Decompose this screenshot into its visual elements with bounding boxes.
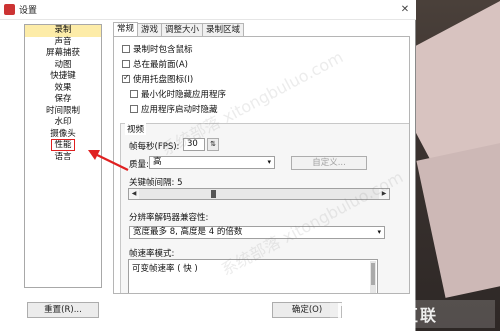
sidebar-item-record[interactable]: 录制 [25,25,101,37]
fps-spin-icon[interactable]: ⇅ [207,138,219,151]
checkbox-label-include-cursor: 录制时包含鼠标 [133,45,193,55]
keyframe-label: 关键帧间隔: 5 [129,178,183,188]
tab-game[interactable]: 游戏 [137,23,163,36]
video-group-title: 视频 [125,123,147,135]
sidebar-item-gif[interactable]: 动图 [25,60,101,72]
close-icon[interactable]: ✕ [398,3,412,17]
keyframe-slider[interactable]: ◀ ▶ [128,188,390,200]
settings-window: 设置 ✕ 录制 声音 屏幕捕获 动图 快捷键 效果 保存 时间限制 水印 摄像头… [0,0,416,331]
sidebar-item-hotkeys[interactable]: 快捷键 [25,71,101,83]
slider-left-icon[interactable]: ◀ [129,189,139,199]
checkbox[interactable] [130,90,138,98]
logo-mark-icon [338,303,360,325]
framerate-label: 帧速率模式: [129,249,175,259]
settings-sidebar: 录制 声音 屏幕捕获 动图 快捷键 效果 保存 时间限制 水印 摄像头 性能 语… [24,24,102,288]
resolution-value: 宽度最多 8, 高度是 4 的倍数 [133,227,243,237]
sidebar-item-save[interactable]: 保存 [25,94,101,106]
checkbox-row[interactable]: 应用程序启动时隐藏 [130,103,218,115]
sidebar-item-language[interactable]: 语言 [25,152,101,164]
resolution-select[interactable]: 宽度最多 8, 高度是 4 的倍数 ▾ [129,226,385,239]
sidebar-item-time-limit[interactable]: 时间限制 [25,106,101,118]
scrollbar-thumb[interactable] [371,263,375,285]
app-icon [4,4,15,15]
sidebar-item-watermark[interactable]: 水印 [25,117,101,129]
quality-label: 质量: [129,160,149,170]
tab-general[interactable]: 常规 [113,22,139,36]
scrollbar[interactable] [370,261,376,293]
checkbox-row[interactable]: 录制时包含鼠标 [122,43,193,55]
title-bar: 设置 ✕ [0,0,416,20]
checkbox[interactable] [130,105,138,113]
chevron-down-icon: ▾ [377,228,381,236]
checkbox-label-hide-on-minimize: 最小化时隐藏应用程序 [141,90,227,100]
checkbox-label-always-on-top: 总在最前面(A) [133,60,188,70]
checkbox-checked[interactable] [122,73,130,83]
settings-tabs: 常规 游戏 调整大小 录制区域 [113,22,245,36]
resolution-label: 分辨率解码器兼容性: [129,213,209,223]
quality-value: 高 [153,157,162,167]
sidebar-item-effects[interactable]: 效果 [25,83,101,95]
checkbox-row[interactable]: 使用托盘图标(I) [122,73,193,85]
watermark-logo-text: 自由互联 [366,306,439,325]
quality-select[interactable]: 高 ▾ [149,156,275,169]
checkbox-label-hide-on-start: 应用程序启动时隐藏 [141,105,218,115]
general-panel: 录制时包含鼠标 总在最前面(A) 使用托盘图标(I) 最小化时隐藏应用程序 应用… [113,36,410,294]
tab-resize[interactable]: 调整大小 [161,23,204,36]
fps-input[interactable]: 30 [183,138,205,151]
sidebar-item-webcam[interactable]: 摄像头 [25,129,101,141]
custom-quality-button[interactable]: 自定义... [291,156,367,170]
reset-button[interactable]: 重置(R)... [27,302,99,318]
sidebar-item-performance[interactable]: 性能 [25,139,101,152]
checkbox[interactable] [122,45,130,53]
checkbox[interactable] [122,60,130,68]
watermark-logo: 自由互联 [330,300,495,328]
framerate-list[interactable]: 可变帧速率 ( 快 ) [128,259,378,293]
chevron-down-icon: ▾ [267,158,271,166]
checkbox-label-tray-icon: 使用托盘图标(I) [133,75,194,85]
window-title: 设置 [19,6,38,16]
sidebar-item-screen-capture[interactable]: 屏幕捕获 [25,48,101,60]
slider-right-icon[interactable]: ▶ [379,189,389,199]
slider-thumb[interactable] [211,190,216,198]
sidebar-item-sound[interactable]: 声音 [25,37,101,49]
framerate-option[interactable]: 可变帧速率 ( 快 ) [132,262,374,274]
checkbox-row[interactable]: 总在最前面(A) [122,58,188,70]
tab-record-area[interactable]: 录制区域 [202,23,245,36]
fps-label: 帧每秒(FPS): [129,142,180,152]
checkbox-row[interactable]: 最小化时隐藏应用程序 [130,88,226,100]
